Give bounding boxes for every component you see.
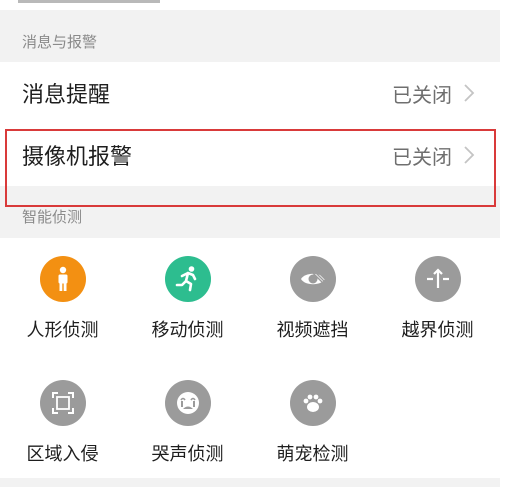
boundary-cross-label: 越界侦测: [401, 320, 474, 341]
chevron-right-icon: [464, 146, 475, 164]
cropped-top-bar: [18, 0, 160, 3]
camera-alarm-row[interactable]: 摄像机报警 已关闭: [0, 124, 500, 186]
pet-detection-tile[interactable]: 萌宠检测: [250, 380, 375, 490]
section-header-detection: 智能侦测: [0, 186, 500, 238]
chevron-right-icon: [464, 84, 475, 102]
crying-face-icon: [164, 380, 211, 426]
previous-section-edge: [0, 0, 500, 10]
person-icon: [39, 256, 86, 302]
region-frame-icon: [39, 380, 86, 426]
video-occlusion-label: 视频遮挡: [276, 320, 349, 341]
region-intrusion-tile[interactable]: 区域入侵: [0, 380, 125, 490]
occluded-eye-icon: [289, 256, 336, 302]
video-occlusion-tile[interactable]: 视频遮挡: [250, 256, 375, 366]
motion-detection-tile[interactable]: 移动侦测: [125, 256, 250, 366]
notification-reminder-status: 已关闭: [392, 82, 452, 107]
camera-alarm-label: 摄像机报警: [22, 145, 133, 170]
settings-page: 消息与报警 消息提醒 已关闭 摄像机报警 已关闭 智能侦测 人形侦测 移动侦测 …: [0, 0, 500, 487]
bottom-divider: [0, 478, 500, 487]
pet-detection-label: 萌宠检测: [276, 444, 349, 465]
motion-detection-label: 移动侦测: [151, 320, 224, 341]
section-header-messages: 消息与报警: [0, 10, 500, 62]
notification-reminder-label: 消息提醒: [22, 83, 111, 108]
paw-icon: [289, 380, 336, 426]
cry-detection-tile[interactable]: 哭声侦测: [125, 380, 250, 490]
human-detection-label: 人形侦测: [26, 320, 99, 341]
section-title-messages: 消息与报警: [22, 32, 98, 51]
section-title-detection: 智能侦测: [22, 207, 83, 226]
notification-reminder-row[interactable]: 消息提醒 已关闭: [0, 62, 500, 124]
camera-alarm-status: 已关闭: [392, 144, 452, 169]
cry-detection-label: 哭声侦测: [151, 444, 224, 465]
boundary-cross-tile[interactable]: 越界侦测: [375, 256, 500, 366]
running-man-icon: [164, 256, 211, 302]
region-intrusion-label: 区域入侵: [26, 444, 99, 465]
boundary-cross-icon: [414, 256, 461, 302]
human-detection-tile[interactable]: 人形侦测: [0, 256, 125, 366]
